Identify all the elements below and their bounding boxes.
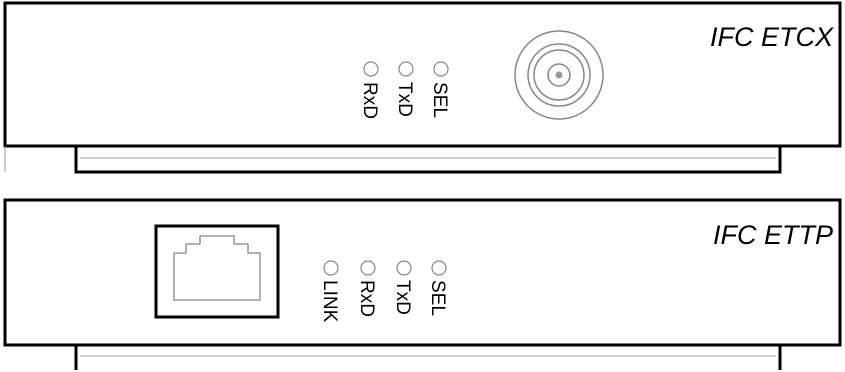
coax-connector-icon	[514, 30, 604, 120]
led-txd-indicator-icon	[398, 61, 414, 77]
led-txd-label: TxD	[394, 82, 415, 117]
led-txd-label: TxD	[392, 280, 413, 315]
led-sel-indicator-icon	[433, 61, 449, 77]
led-sel-label: SEL	[429, 82, 450, 118]
led-sel-label: SEL	[427, 280, 448, 316]
etcx-bottom-rail	[74, 146, 782, 174]
interface-card-front-panels: IFC ETCX RxD TxD SEL IFC ETTP LINK RxD T…	[3, 1, 842, 370]
led-txd-indicator-icon	[396, 260, 412, 276]
led-sel-indicator-icon	[431, 260, 447, 276]
module-etcx: IFC ETCX RxD TxD SEL	[3, 1, 842, 174]
rj45-connector-icon	[154, 224, 280, 319]
module-ettp: IFC ETTP LINK RxD TxD SEL	[3, 198, 842, 370]
ettp-bottom-rail	[74, 345, 782, 370]
led-link-indicator-icon	[323, 260, 339, 276]
led-link-label: LINK	[319, 280, 340, 323]
ettp-model-label: IFC ETTP	[713, 220, 833, 250]
led-rxd-label: RxD	[359, 82, 380, 119]
led-rxd-indicator-icon	[360, 260, 376, 276]
etcx-model-label: IFC ETCX	[710, 22, 834, 52]
led-rxd-indicator-icon	[363, 61, 379, 77]
led-rxd-label: RxD	[356, 280, 377, 317]
